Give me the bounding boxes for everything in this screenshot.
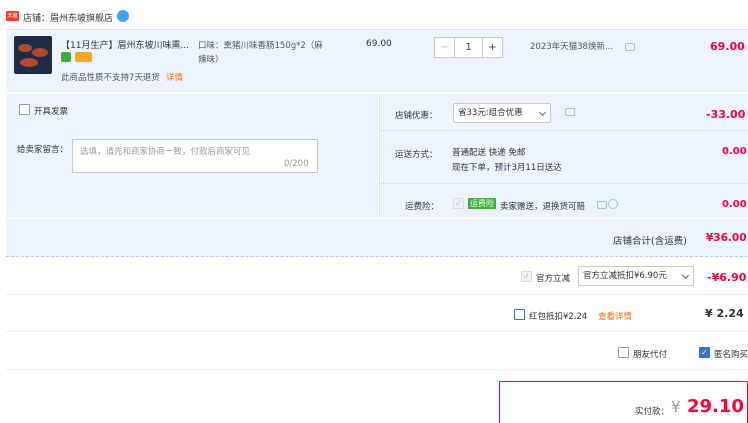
divider [379, 130, 748, 131]
help-icon[interactable] [608, 199, 618, 209]
payment-currency: ¥ [671, 398, 681, 416]
spec-line-2: 辣味） [198, 55, 224, 65]
comment-icon[interactable] [625, 43, 635, 51]
insurance-tag: 运费险 [468, 198, 496, 209]
decrease-button[interactable]: − [434, 37, 455, 58]
chat-icon[interactable] [117, 10, 129, 22]
insurance-checkbox: ✓ [453, 198, 464, 209]
shop-discount-label: 店铺优惠： [395, 111, 438, 121]
divider [6, 369, 748, 370]
notice-details-link[interactable]: 详情 [166, 71, 183, 83]
divider [6, 331, 748, 332]
shop-discount-amount: -33.00 [706, 108, 746, 121]
red-packet-details-link[interactable]: 查看详情 [598, 310, 632, 322]
shipping-amount: 0.00 [722, 146, 747, 157]
shop-discount-value: 省33元:组合优惠 [458, 108, 523, 118]
quantity-input[interactable]: 1 [455, 37, 482, 58]
divider [6, 294, 748, 295]
invoice-label: 开具发票 [34, 107, 69, 117]
comment-icon[interactable] [597, 201, 607, 209]
message-placeholder: 选填，请先和商家协商一致，付款后商家可见 [80, 147, 251, 157]
shop-total-value: ¥36.00 [706, 232, 747, 244]
item-subtotal: 69.00 [710, 40, 745, 53]
shop-name[interactable]: 店铺：眉州东坡旗舰店 [23, 11, 113, 24]
product-title[interactable]: 【11月生产】眉州东坡川味熏... [61, 38, 189, 51]
card-icon [75, 52, 92, 62]
payment-label: 实付款： [635, 407, 670, 417]
return-notice: 此商品性质不支持7天退货 [61, 73, 160, 83]
friend-pay-checkbox[interactable] [618, 347, 629, 358]
increase-button[interactable]: + [482, 37, 503, 58]
product-thumbnail[interactable] [14, 36, 52, 74]
quantity-stepper: − 1 + [434, 37, 503, 58]
shop-total-label: 店铺合计(含运费) [613, 236, 687, 247]
invoice-checkbox[interactable] [19, 104, 30, 115]
tmall-badge: 天猫 [6, 11, 19, 21]
insurance-label: 运费险： [405, 202, 440, 212]
insurance-desc: 卖家赠送，退换货可赔 [500, 202, 586, 212]
shipping-label: 运送方式： [395, 150, 438, 160]
unit-price: 69.00 [366, 39, 392, 49]
anonymous-label: 匿名购买 [714, 350, 748, 360]
red-packet-amount: ¥ 2.24 [705, 307, 744, 320]
anonymous-checkbox[interactable]: ✓ [699, 347, 710, 358]
official-discount-amount: -¥6.90 [707, 271, 747, 284]
delivery-info: 2023年天猫38焕新... [530, 42, 614, 52]
friend-pay-label: 朋友代付 [633, 350, 668, 360]
spec-line-1: 口味：熏猪川味香肠150g*2（麻 [198, 41, 323, 51]
red-packet-label: 红包抵扣¥2.24 [529, 312, 588, 322]
divider [379, 183, 748, 184]
chevron-down-icon [681, 271, 690, 280]
comment-icon[interactable] [565, 108, 575, 116]
shipping-eta: 现在下单，预计3月11日送达 [452, 163, 562, 173]
shipping-method: 普通配送 快递 免邮 [452, 148, 526, 158]
payment-total: 29.10 [687, 396, 744, 417]
official-discount-select[interactable]: 官方立减抵扣¥6.90元 [578, 266, 694, 286]
product-spec: 口味：熏猪川味香肠150g*2（麻 辣味） [198, 39, 348, 67]
red-packet-checkbox[interactable] [514, 309, 525, 320]
insurance-amount: 0.00 [722, 199, 747, 210]
official-discount-checkbox: ✓ [521, 271, 532, 282]
message-count: 0/200 [284, 159, 309, 169]
official-discount-value: 官方立减抵扣¥6.90元 [583, 271, 667, 281]
guarantee-icon [61, 52, 71, 62]
official-discount-label: 官方立减 [536, 274, 571, 284]
shop-discount-select[interactable]: 省33元:组合优惠 [453, 103, 551, 123]
chevron-down-icon [538, 108, 547, 117]
message-label: 给卖家留言： [17, 145, 69, 155]
